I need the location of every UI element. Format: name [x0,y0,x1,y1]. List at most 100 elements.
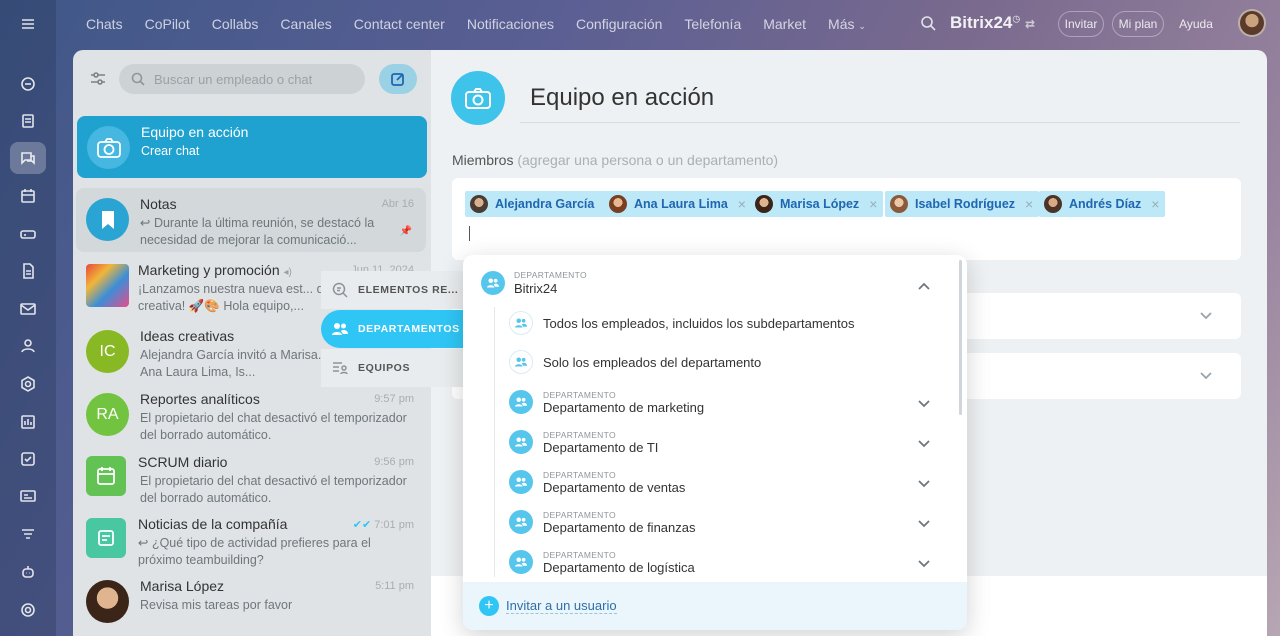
settings-icon[interactable] [10,594,46,626]
robot-icon[interactable] [10,556,46,588]
help-button[interactable]: Ayuda [1171,11,1221,37]
brand-logo: Bitrix24◷ ⇄ [950,13,1035,33]
remove-member-icon[interactable]: × [869,196,877,212]
text-caret [469,226,470,241]
member-name: Andrés Díaz [1069,197,1142,211]
read-check-icon: ✔✔ [352,519,372,531]
member-chip[interactable]: Ana Laura Lima × [604,191,752,217]
dept-item-ventas[interactable]: DEPARTAMENTO Departamento de ventas [463,462,953,502]
nav-collabs[interactable]: Collabs [212,16,259,32]
chat-search-input[interactable]: Buscar un empleado o chat [119,64,365,94]
contacts-icon[interactable] [10,330,46,362]
chat-item-notas[interactable]: Notas Abr 16 ↩ Durante la última reunión… [76,188,426,252]
member-avatar [1044,195,1062,213]
dept-type-label: DEPARTAMENTO [543,470,616,480]
dept-name: Departamento de ventas [543,480,686,495]
tasks-icon[interactable] [10,443,46,475]
left-sidebar [0,0,56,636]
copilot-icon[interactable] [10,68,46,100]
automation-icon[interactable] [10,518,46,550]
chat-item-new[interactable]: Equipo en acción Crear chat [77,116,427,178]
remove-member-icon[interactable]: × [1025,196,1033,212]
users-icon [509,350,533,374]
search-icon[interactable] [920,15,936,34]
remove-member-icon[interactable]: × [1151,196,1159,212]
chat-name: SCRUM diario [138,454,228,470]
dept-type-label: DEPARTAMENTO [543,430,616,440]
drive-icon[interactable] [10,218,46,250]
users-icon [509,390,533,414]
tab-departments[interactable]: DEPARTAMENTOS [321,310,463,348]
members-input[interactable]: Alejandra García Ana Laura Lima × Marisa … [452,178,1241,260]
member-name: Isabel Rodríguez [915,197,1016,211]
dept-item-finanzas[interactable]: DEPARTAMENTO Departamento de finanzas [463,502,953,542]
filter-icon[interactable] [89,70,107,91]
tab-teams[interactable]: EQUIPOS [321,349,463,387]
remove-member-icon[interactable]: × [738,196,746,212]
scrollbar[interactable] [959,260,962,415]
nav-mas[interactable]: Más ⌄ [828,16,866,32]
user-avatar[interactable] [1238,9,1266,37]
chat-name: Marketing y promoción ◂) [138,262,292,278]
mail-icon[interactable] [10,293,46,325]
nav-copilot[interactable]: CoPilot [145,16,190,32]
nav-notificaciones[interactable]: Notificaciones [467,16,554,32]
documents-icon[interactable] [10,255,46,287]
dept-name: Departamento de marketing [543,400,705,415]
dept-name: Departamento de logística [543,560,695,575]
chat-title-input[interactable]: Equipo en acción [530,84,714,112]
invite-button[interactable]: Invitar [1058,11,1104,37]
nav-telefonia[interactable]: Telefonía [684,16,741,32]
nav-contact-center[interactable]: Contact center [354,16,445,32]
new-chat-button[interactable] [379,64,417,94]
chat-name: Noticias de la compañía [138,516,288,532]
chat-item-marisa[interactable]: Marisa López 5:11 pm Revisa mis tareas p… [76,570,426,632]
my-plan-button[interactable]: Mi plan [1112,11,1164,37]
option-all-employees[interactable]: Todos los empleados, incluidos los subde… [463,304,953,344]
member-chip[interactable]: Andrés Díaz × [1039,191,1166,217]
chats-icon[interactable] [10,142,46,174]
member-avatar [755,195,773,213]
crm-icon[interactable] [10,368,46,400]
chevron-down-icon [1200,372,1212,380]
sites-icon[interactable] [10,480,46,512]
member-chip[interactable]: Marisa López × [750,191,884,217]
dept-item-logistica[interactable]: DEPARTAMENTO Departamento de logística [463,542,953,582]
chevron-down-icon [1200,312,1212,320]
tab-recent-items[interactable]: ELEMENTOS RE... [321,271,463,309]
feed-icon[interactable] [10,105,46,137]
nav-mas-label: Más [828,16,855,32]
chat-time: 5:11 pm [375,580,414,592]
chat-time-text: 7:01 pm [374,519,414,531]
chevron-down-icon: ⌄ [858,21,866,31]
chat-name-text: Marketing y promoción [138,262,280,278]
chat-item-reportes[interactable]: RA Reportes analíticos 9:57 pm El propie… [76,383,426,445]
mute-icon: ◂) [283,267,292,278]
chat-item-noticias[interactable]: Noticias de la compañía ✔✔ 7:01 pm ↩ ¿Qu… [76,508,426,570]
member-avatar [890,195,908,213]
member-chip[interactable]: Alejandra García [465,191,609,217]
calendar-icon[interactable] [10,180,46,212]
nav-configuracion[interactable]: Configuración [576,16,662,32]
chat-avatar: RA [86,393,129,436]
chat-item-scrum[interactable]: SCRUM diario 9:56 pm El propietario del … [76,446,426,508]
nav-canales[interactable]: Canales [280,16,331,32]
brand-name: Bitrix [950,13,994,32]
invite-user-button[interactable]: + Invitar a un usuario [463,582,967,630]
menu-icon[interactable] [10,8,46,40]
option-only-department[interactable]: Solo los empleados del departamento [463,343,953,383]
chevron-down-icon [918,520,930,528]
dept-item-ti[interactable]: DEPARTAMENTO Departamento de TI [463,422,953,462]
users-icon [509,311,533,335]
dept-item-marketing[interactable]: DEPARTAMENTO Departamento de marketing [463,382,953,422]
nav-market[interactable]: Market [763,16,806,32]
members-label: Miembros (agregar una persona o un depar… [452,152,778,168]
chat-photo-button[interactable] [451,71,505,125]
recent-search-icon [332,282,348,298]
nav-chats[interactable]: Chats [86,16,123,32]
member-chip[interactable]: Isabel Rodríguez × [885,191,1040,217]
chat-time: 9:57 pm [374,393,414,405]
dept-root-bitrix24[interactable]: DEPARTAMENTO Bitrix24 [463,265,953,305]
analytics-icon[interactable] [10,406,46,438]
users-icon [509,430,533,454]
